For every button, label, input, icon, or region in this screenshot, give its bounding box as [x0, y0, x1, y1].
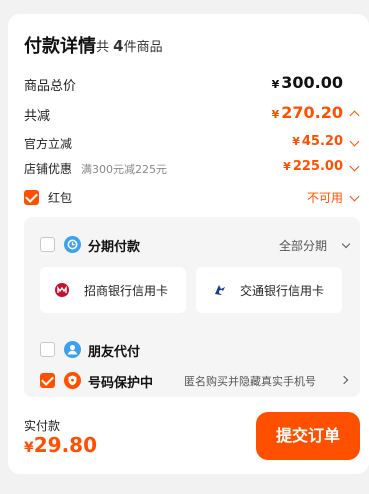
goods-total-amount: ¥300.00 [271, 73, 343, 92]
chevron-down-icon[interactable] [349, 136, 360, 147]
cmb-logo-icon [54, 282, 70, 298]
bank-name: 招商银行信用卡 [84, 284, 169, 298]
red-packet-label: 红包 [48, 191, 73, 205]
total-discount-label: 共减 [24, 109, 51, 124]
friend-pay-icon [64, 341, 81, 358]
installment-label: 分期付款 [88, 240, 141, 255]
page-title: 付款详情 [24, 36, 96, 57]
official-discount-amount[interactable]: ¥45.20 [292, 134, 343, 149]
submit-order-button[interactable]: 提交订单 [256, 412, 360, 460]
shield-icon [64, 372, 81, 389]
chevron-down-icon[interactable] [341, 239, 351, 249]
number-protect-checkbox[interactable] [40, 373, 55, 388]
chevron-right-icon[interactable] [339, 375, 349, 385]
friend-pay-checkbox[interactable] [40, 342, 55, 357]
chevron-down-icon[interactable] [349, 161, 360, 172]
paid-amount: ¥29.80 [24, 433, 98, 457]
bocom-logo-icon [212, 282, 228, 298]
installment-icon [64, 236, 81, 253]
store-discount-amount[interactable]: ¥225.00 [283, 159, 343, 174]
bank-name: 交通银行信用卡 [240, 284, 325, 298]
bank-card-cmb[interactable]: 招商银行信用卡 [40, 267, 186, 313]
chevron-up-icon[interactable] [349, 110, 360, 121]
store-discount-label: 店铺优惠 [24, 162, 73, 176]
payment-options-panel: 分期付款 全部分期 招商银行信用卡 交通银行信用卡 朋友代付 号码保护中 匿名购… [24, 217, 360, 397]
installment-all-label[interactable]: 全部分期 [279, 237, 327, 254]
store-discount-note: 满300元减225元 [81, 163, 167, 176]
goods-total-label: 商品总价 [24, 79, 77, 94]
paid-label: 实付款 [24, 419, 61, 433]
official-discount-label: 官方立减 [24, 137, 73, 151]
number-protect-label: 号码保护中 [88, 376, 154, 391]
item-count: 共 4件商品 [96, 37, 163, 55]
number-protect-hint[interactable]: 匿名购买并隐藏真实手机号 [184, 373, 316, 389]
red-packet-status[interactable]: 不可用 [307, 189, 343, 206]
friend-pay-label: 朋友代付 [88, 345, 141, 360]
installment-checkbox[interactable] [40, 237, 55, 252]
payment-details-card: 付款详情 共 4件商品 商品总价 ¥300.00 共减 ¥270.20 官方立减… [8, 14, 369, 474]
chevron-down-icon[interactable] [349, 191, 360, 202]
bank-card-bocom[interactable]: 交通银行信用卡 [196, 267, 342, 313]
red-packet-checkbox[interactable] [24, 190, 39, 205]
total-discount-amount[interactable]: ¥270.20 [272, 103, 343, 122]
